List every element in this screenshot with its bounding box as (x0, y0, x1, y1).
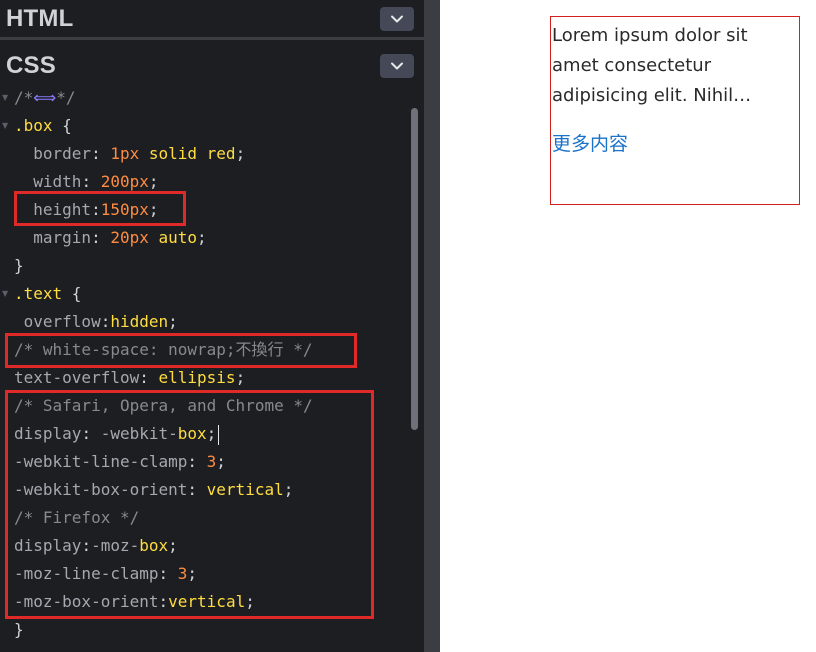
code-token: ; (235, 368, 246, 387)
code-token: auto (148, 228, 198, 247)
code-token: ; (197, 228, 207, 247)
code-line[interactable]: .box { (14, 112, 72, 140)
preview-box: Lorem ipsum dolor sit amet consectetur a… (550, 16, 800, 205)
code-token: 1px (110, 144, 140, 163)
code-token: .text (14, 284, 63, 303)
preview-text: Lorem ipsum dolor sit amet consectetur a… (552, 25, 748, 106)
code-token: ⟺ (33, 88, 57, 107)
code-token: } (14, 620, 24, 639)
code-token: hidden (110, 312, 169, 331)
css-panel-title: CSS (6, 51, 56, 79)
html-panel-header[interactable]: HTML (0, 0, 424, 40)
code-token: : (81, 172, 101, 191)
code-token: 200px (100, 172, 149, 191)
fold-arrow-icon[interactable]: ▼ (2, 86, 10, 112)
code-token: 20px (110, 228, 149, 247)
chevron-down-icon (391, 15, 403, 22)
highlight-line-clamp-block (5, 390, 374, 619)
code-token: } (14, 256, 24, 275)
code-line[interactable]: } (14, 616, 24, 644)
code-token: border (14, 144, 92, 163)
code-token: width (14, 172, 82, 191)
code-token: solid red (139, 144, 236, 163)
code-token: { (62, 284, 82, 303)
code-token: /* (14, 88, 34, 107)
highlight-white-space-comment (5, 333, 357, 368)
preview-pane: Lorem ipsum dolor sit amet consectetur a… (440, 0, 816, 652)
code-line[interactable]: margin: 20px auto; (14, 224, 207, 252)
code-line[interactable]: /*⟺*/ (14, 86, 75, 112)
css-collapse-button[interactable] (380, 53, 414, 78)
code-line[interactable]: border: 1px solid red; (14, 140, 245, 168)
code-token: { (52, 116, 72, 135)
code-token: : (91, 144, 111, 163)
code-line[interactable]: } (14, 252, 24, 280)
fold-arrow-icon[interactable]: ▼ (2, 280, 10, 308)
code-token: : (100, 312, 111, 331)
code-token: ; (235, 144, 246, 163)
fold-arrow-icon[interactable]: ▼ (2, 112, 10, 140)
pane-resize-handle[interactable] (424, 0, 440, 652)
more-content-link[interactable]: 更多内容 (552, 129, 799, 156)
html-panel-title: HTML (6, 4, 74, 32)
code-token: .box (14, 116, 53, 135)
code-token: */ (56, 88, 76, 107)
code-token: : (91, 228, 111, 247)
code-line[interactable]: text-overflow: ellipsis; (14, 364, 245, 392)
code-token: text-overflow (14, 368, 140, 387)
code-token: overflow (14, 312, 101, 331)
code-token: ellipsis (158, 368, 236, 387)
code-editor-pane: HTML CSS /*⟺*/.box { border: 1px solid r… (0, 0, 424, 652)
code-token: ; (168, 312, 178, 331)
code-line[interactable]: overflow:hidden; (14, 308, 178, 336)
css-panel-header[interactable]: CSS (0, 45, 424, 86)
html-collapse-button[interactable] (380, 6, 414, 31)
code-token: : (139, 368, 159, 387)
code-token: margin (14, 228, 92, 247)
highlight-height-rule (14, 191, 186, 226)
code-line[interactable]: .text { (14, 280, 81, 308)
chevron-down-icon (391, 62, 403, 69)
code-token: ; (148, 172, 159, 191)
editor-scrollbar[interactable] (411, 108, 418, 430)
